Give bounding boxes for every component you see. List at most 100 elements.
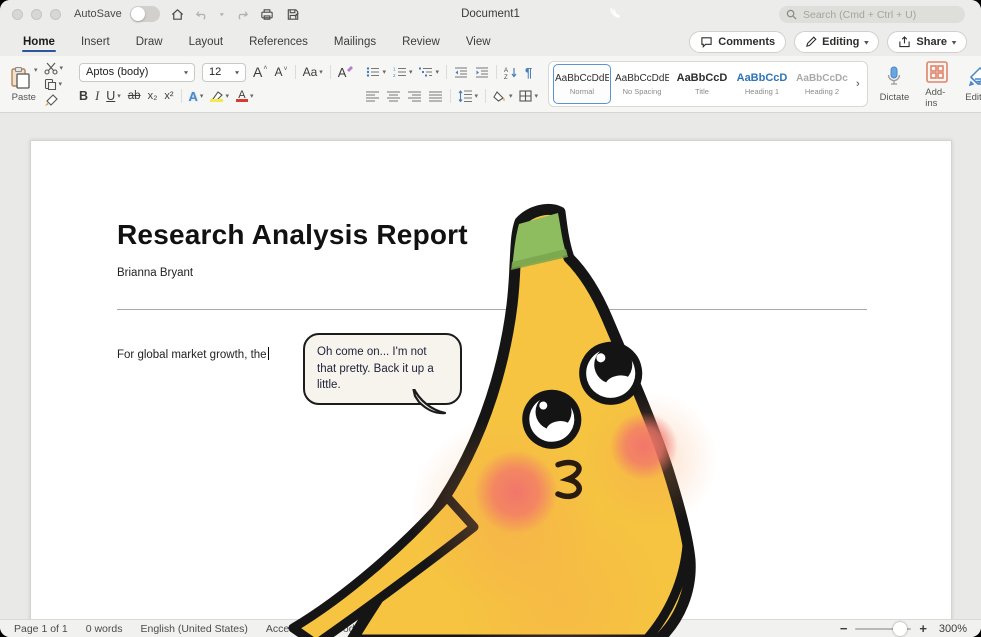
add-ins-button[interactable]: Add-ins	[917, 56, 957, 112]
format-painter-button[interactable]	[44, 93, 64, 107]
tab-references[interactable]: References	[236, 30, 321, 55]
autosave-toggle[interactable]	[129, 6, 160, 22]
increase-indent-button[interactable]	[475, 66, 489, 78]
multilevel-list-button[interactable]: ▾	[419, 66, 439, 78]
chevron-down-icon: ▾	[235, 68, 240, 76]
zoom-window-button[interactable]	[50, 8, 61, 20]
print-icon[interactable]	[259, 7, 275, 22]
undo-icon[interactable]	[195, 7, 210, 22]
scissors-icon	[43, 62, 58, 75]
search-input[interactable]	[801, 7, 958, 22]
superscript-button[interactable]: x²	[164, 90, 173, 102]
shrink-font-button[interactable]: A ˅	[274, 65, 287, 79]
tab-layout[interactable]: Layout	[176, 30, 237, 55]
ribbon: ▾ Paste ▾ ▾ Aptos (body) ▾ 12 ▾ A ˄ A ˅ …	[0, 56, 981, 113]
styles-gallery-more-button[interactable]: ›	[852, 78, 864, 90]
line-spacing-icon	[459, 90, 473, 102]
page-count[interactable]: Page 1 of 1	[14, 623, 68, 635]
tab-review[interactable]: Review	[389, 30, 453, 55]
font-size-combo[interactable]: 12 ▾	[202, 62, 247, 82]
shading-button[interactable]: ▾	[493, 90, 512, 102]
align-left-button[interactable]	[366, 90, 380, 102]
tab-home[interactable]: Home	[10, 30, 68, 55]
zoom-slider[interactable]	[855, 621, 912, 636]
dictate-button[interactable]: Dictate	[872, 56, 918, 112]
document-page[interactable]: Research Analysis Report Brianna Bryant …	[30, 140, 952, 619]
chevron-down-icon: ▾	[864, 38, 869, 46]
align-center-button[interactable]	[387, 90, 401, 102]
borders-button[interactable]: ▾	[519, 90, 538, 102]
doc-heading: Research Analysis Report	[117, 219, 468, 250]
sort-button[interactable]: AZ	[504, 66, 518, 79]
bullet-list-button[interactable]: ▾	[366, 66, 386, 78]
cut-button[interactable]: ▾	[43, 62, 63, 75]
zoom-in-button[interactable]: +	[919, 621, 927, 636]
style-heading-1[interactable]: AaBbCcD Heading 1	[733, 64, 791, 104]
share-button[interactable]: Share ▾	[887, 31, 967, 53]
style-title[interactable]: AaBbCcD Title	[673, 64, 731, 104]
microphone-icon	[888, 66, 901, 85]
doc-body-text: For global market growth, the	[117, 347, 269, 361]
align-center-icon	[387, 90, 401, 102]
home-icon[interactable]	[170, 7, 185, 22]
search-box[interactable]	[779, 6, 965, 23]
ribbon-tab-row: Home Insert Draw Layout References Maili…	[0, 28, 981, 56]
show-paragraph-marks-button[interactable]: ¶	[525, 65, 532, 80]
add-ins-grid-icon	[926, 60, 949, 83]
accessibility-status[interactable]: Accessibility: Good	[266, 623, 355, 635]
chevron-down-icon: ▾	[34, 66, 38, 74]
highlight-button[interactable]: ▾	[210, 90, 229, 102]
title-bar: AutoSave ▾ Document1	[0, 0, 981, 28]
chevron-down-icon: ▾	[184, 68, 189, 76]
tab-mailings[interactable]: Mailings	[321, 30, 389, 55]
decrease-indent-button[interactable]	[454, 66, 468, 78]
zoom-percentage[interactable]: 300%	[935, 623, 967, 635]
font-name-combo[interactable]: Aptos (body) ▾	[79, 62, 196, 82]
text-effects-button[interactable]: A ▾	[189, 89, 204, 104]
line-spacing-button[interactable]: ▾	[458, 90, 478, 102]
italic-button[interactable]: I	[95, 89, 99, 104]
style-normal[interactable]: AaBbCcDdE Normal	[553, 64, 611, 104]
pencil-icon	[806, 36, 817, 47]
comment-icon	[701, 37, 712, 48]
save-icon[interactable]	[285, 7, 301, 22]
undo-chevron-icon[interactable]: ▾	[220, 10, 224, 17]
minimize-window-button[interactable]	[31, 8, 42, 20]
zoom-out-button[interactable]: −	[840, 621, 848, 636]
search-icon	[786, 9, 797, 20]
numbered-list-button[interactable]: 12 ▾	[393, 66, 413, 79]
ribbon-tabs: Home Insert Draw Layout References Maili…	[10, 30, 504, 55]
multilevel-list-icon	[419, 67, 433, 77]
copy-button[interactable]: ▾	[44, 78, 64, 91]
share-icon	[899, 36, 911, 48]
doc-horizontal-rule	[117, 309, 867, 310]
zoom-slider-thumb[interactable]	[893, 621, 908, 636]
tab-insert[interactable]: Insert	[68, 30, 123, 55]
bold-button[interactable]: B	[79, 89, 88, 103]
doc-author: Brianna Bryant	[117, 267, 194, 279]
tab-draw[interactable]: Draw	[123, 30, 176, 55]
subscript-button[interactable]: x₂	[148, 90, 158, 102]
style-no-spacing[interactable]: AaBbCcDdEe No Spacing	[613, 64, 671, 104]
editing-mode-button[interactable]: Editing ▾	[794, 31, 880, 53]
tab-view[interactable]: View	[453, 30, 504, 55]
strikethrough-button[interactable]: ab	[128, 90, 141, 102]
justify-button[interactable]	[429, 90, 443, 102]
editor-button[interactable]: Editor	[957, 56, 981, 112]
clear-formatting-button[interactable]: A	[338, 65, 355, 80]
word-count[interactable]: 0 words	[86, 623, 123, 635]
align-right-button[interactable]	[408, 90, 422, 102]
editor-pencil-icon	[968, 66, 981, 87]
change-case-button[interactable]: Aa ▾	[303, 65, 323, 79]
font-color-button[interactable]: A ▾	[235, 90, 253, 102]
style-heading-2[interactable]: AaBbCcDc Heading 2	[793, 64, 851, 104]
underline-button[interactable]: U ▾	[106, 89, 121, 103]
paste-button[interactable]: ▾ Paste	[6, 66, 42, 103]
grow-font-button[interactable]: A ˄	[253, 64, 267, 80]
chevron-down-icon: ▾	[951, 38, 956, 46]
close-window-button[interactable]	[12, 8, 23, 20]
numbered-list-icon: 12	[393, 67, 406, 78]
redo-icon[interactable]	[234, 7, 249, 22]
language-status[interactable]: English (United States)	[140, 623, 247, 635]
comments-button[interactable]: Comments	[689, 31, 787, 53]
